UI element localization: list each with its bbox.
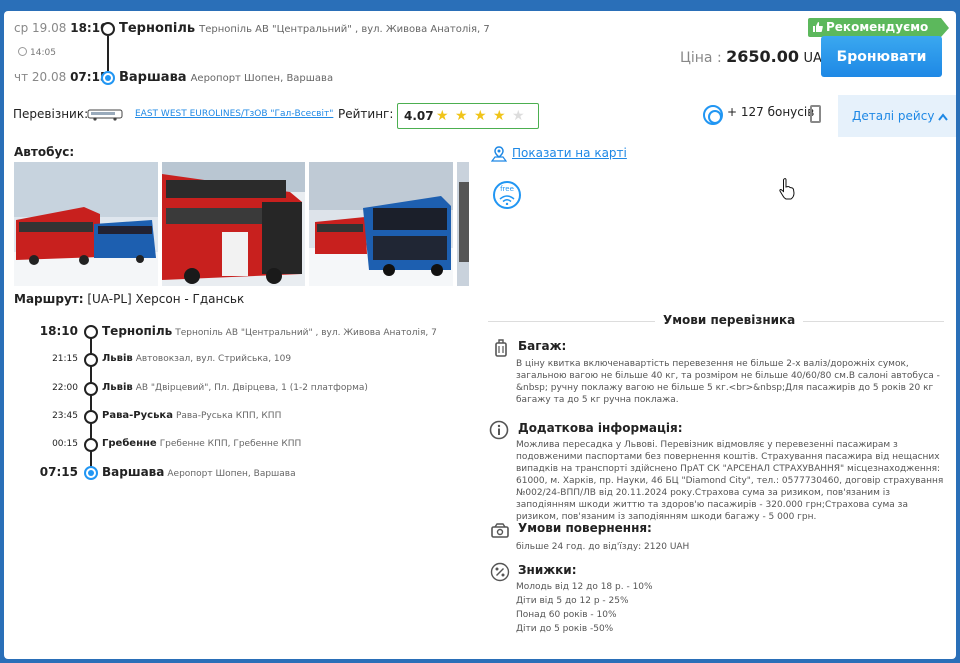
mobile-ticket-icon bbox=[810, 105, 821, 123]
bus-photo-1[interactable] bbox=[14, 162, 158, 286]
stop-name: Львів АВ "Двірцевий", Пл. Двірцева, 1 (1-… bbox=[102, 382, 368, 393]
baggage-text: В ціну квитка включенавартість перевезен… bbox=[516, 359, 940, 405]
stop-time: 00:15 bbox=[52, 439, 78, 449]
bonus-icon bbox=[703, 105, 723, 125]
star-icon: ★ bbox=[455, 108, 468, 124]
info-icon bbox=[489, 420, 509, 440]
carrier-label: Перевізник: bbox=[13, 107, 89, 121]
stop-final-point-icon bbox=[84, 466, 98, 480]
trip-card: Рекомендуємо ср 19.08 18:10 Тернопіль Тер… bbox=[4, 11, 956, 659]
additional-info-title: Додаткова інформація: bbox=[518, 421, 683, 435]
discounts-title: Знижки: bbox=[518, 563, 577, 577]
stop-point-icon bbox=[84, 382, 98, 396]
stop-point-icon bbox=[84, 438, 98, 452]
star-icon: ★ bbox=[436, 108, 449, 124]
recommended-label: Рекомендуємо bbox=[826, 20, 929, 34]
map-pin-icon bbox=[491, 146, 507, 162]
show-on-map-link[interactable]: Показати на карті bbox=[512, 146, 627, 160]
discount-icon bbox=[490, 562, 510, 582]
recommended-badge: Рекомендуємо bbox=[808, 18, 949, 37]
discount-item: Діти до 5 років -50% bbox=[516, 624, 614, 634]
departure-date: ср 19.08 18:10 bbox=[14, 21, 109, 35]
discount-item: Понад 60 років - 10% bbox=[516, 610, 617, 620]
bus-label: Автобус: bbox=[14, 145, 75, 159]
bus-icon bbox=[87, 109, 123, 121]
discount-item: Молодь від 12 до 18 р. - 10% bbox=[516, 582, 653, 592]
stop-time: 21:15 bbox=[52, 354, 78, 364]
wifi-free-label: free bbox=[500, 185, 514, 193]
refund-text: більше 24 год. до від'їзду: 2120 UAH bbox=[516, 542, 690, 552]
rating-box: 4.07 ★ ★ ★ ★ ★ bbox=[397, 103, 539, 129]
route-label: Маршрут: [UA-PL] Херсон - Гданськ bbox=[14, 292, 245, 306]
stop-name: Рава-Руська Рава-Руська КПП, КПП bbox=[102, 410, 282, 421]
price: Ціна : 2650.00 UAH bbox=[680, 47, 832, 66]
stop-time: 23:45 bbox=[52, 411, 78, 421]
hand-cursor-icon bbox=[779, 178, 795, 200]
rating-label: Рейтинг: bbox=[338, 107, 394, 121]
baggage-title: Багаж: bbox=[518, 339, 567, 353]
trip-line bbox=[107, 36, 109, 71]
stop-name: Тернопіль Тернопіль АВ "Центральний" , ву… bbox=[102, 324, 437, 338]
star-empty-icon: ★ bbox=[512, 108, 525, 124]
departure-point-icon bbox=[101, 22, 115, 36]
stop-point-icon bbox=[84, 353, 98, 367]
carrier-conditions-title: Умови перевізника bbox=[488, 313, 944, 329]
trip-details-button[interactable]: Деталі рейсу bbox=[838, 95, 956, 137]
stop-point-icon bbox=[84, 325, 98, 339]
stop-name: Гребенне Гребенне КПП, Гребенне КПП bbox=[102, 438, 302, 449]
bus-photo-4[interactable] bbox=[457, 162, 469, 286]
stop-time: 22:00 bbox=[52, 383, 78, 393]
arrival-point-icon bbox=[101, 71, 115, 85]
bonus-count: + 127 бонусів bbox=[727, 105, 815, 119]
stop-name: Львів Автовокзал, вул. Стрийська, 109 bbox=[102, 353, 292, 364]
book-button[interactable]: Бронювати bbox=[821, 36, 942, 77]
refund-icon bbox=[491, 523, 509, 538]
arrival-date: чт 20.08 07:15 bbox=[14, 70, 109, 84]
stop-name: Варшава Аеропорт Шопен, Варшава bbox=[102, 465, 296, 479]
discount-item: Діти від 5 до 12 р - 25% bbox=[516, 596, 629, 606]
thumbs-up-icon bbox=[813, 22, 823, 32]
luggage-icon bbox=[495, 339, 507, 357]
departure-city: Тернопіль Тернопіль АВ "Центральний" , ву… bbox=[119, 21, 490, 36]
star-icon: ★ bbox=[474, 108, 487, 124]
trip-details-label: Деталі рейсу bbox=[852, 109, 935, 123]
stop-time: 07:15 bbox=[39, 465, 78, 479]
additional-info-text: Можлива пересадка у Львові. Перевізник в… bbox=[516, 440, 944, 522]
stop-time: 18:10 bbox=[39, 324, 78, 338]
carrier-link[interactable]: EAST WEST EUROLINES/ТзОВ "Гал-Всесвіт" bbox=[135, 109, 333, 119]
trip-duration: 14:05 bbox=[18, 47, 56, 58]
star-icon: ★ bbox=[493, 108, 506, 124]
refund-title: Умови повернення: bbox=[518, 521, 652, 535]
chevron-up-icon bbox=[938, 113, 949, 121]
arrival-city: Варшава Аеропорт Шопен, Варшава bbox=[119, 70, 334, 85]
bus-photo-3[interactable] bbox=[309, 162, 453, 286]
bus-photo-2[interactable] bbox=[162, 162, 305, 286]
rating-value: 4.07 bbox=[404, 109, 434, 123]
stop-point-icon bbox=[84, 410, 98, 424]
wifi-icon: free bbox=[493, 181, 521, 209]
clock-icon bbox=[18, 47, 27, 56]
